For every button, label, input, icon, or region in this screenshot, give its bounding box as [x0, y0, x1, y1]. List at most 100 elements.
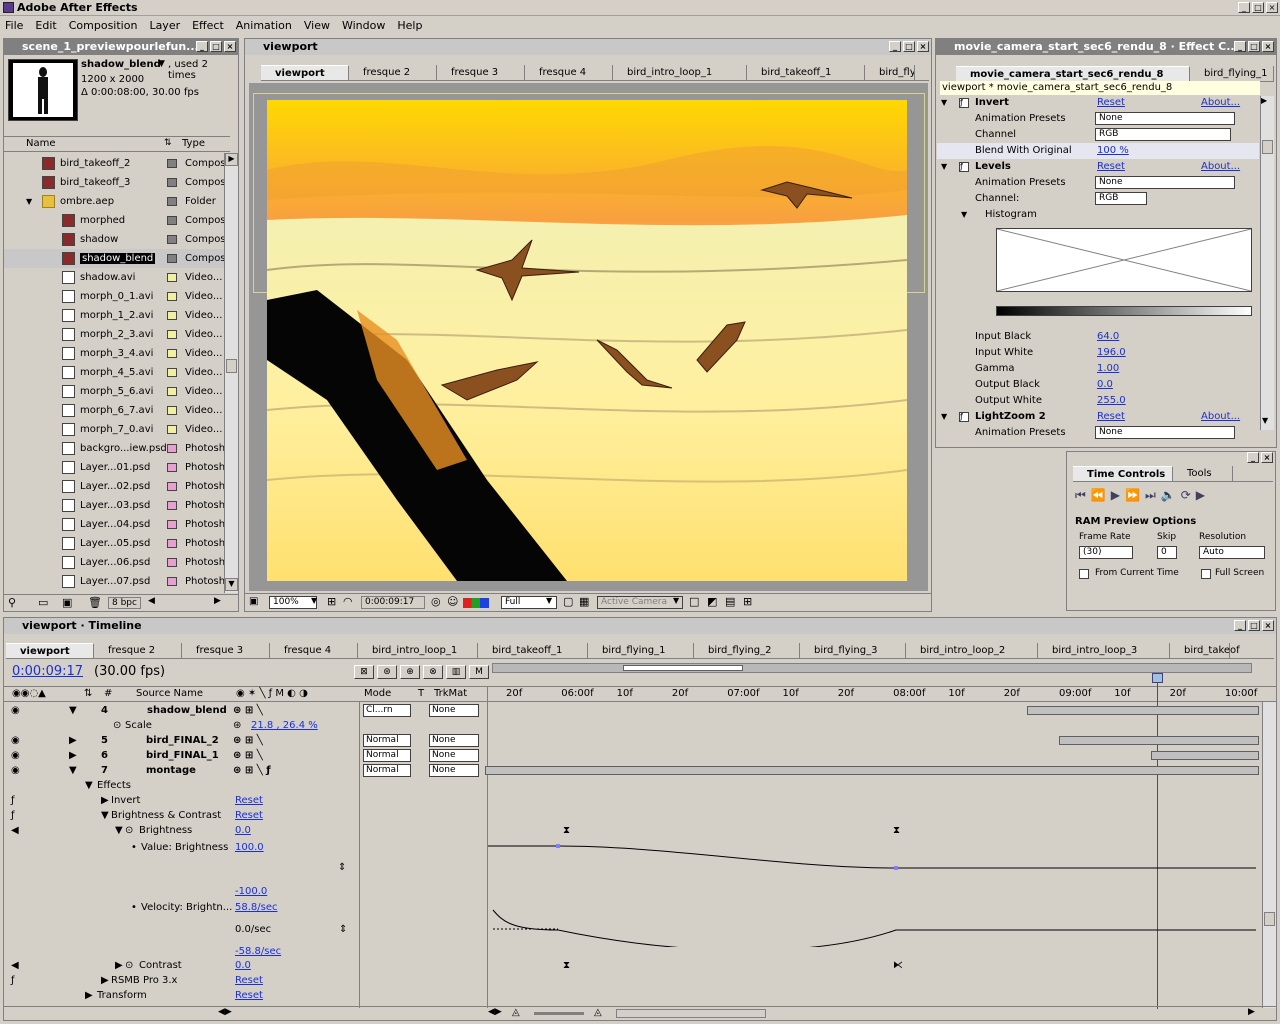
- col-source-name[interactable]: Source Name: [136, 688, 203, 699]
- col-name[interactable]: Name: [26, 138, 56, 149]
- param-value[interactable]: 196.0: [1097, 345, 1126, 361]
- close-button[interactable]: ×: [1261, 452, 1273, 463]
- hide-shy-icon[interactable]: ⊕: [400, 665, 420, 679]
- histogram-graph[interactable]: [996, 228, 1252, 292]
- disclosure-triangle-icon[interactable]: ▶: [101, 973, 109, 988]
- tab-bird-flying[interactable]: bird_flying: [865, 65, 915, 80]
- tab-time-controls[interactable]: Time Controls: [1073, 466, 1173, 481]
- viewport-canvas-area[interactable]: [249, 83, 928, 591]
- layer-row-4[interactable]: ◉ ▼ 4 shadow_blend ⊛ ⊞ ╲ Cl...rn None: [5, 703, 1259, 718]
- scroll-thumb[interactable]: [1262, 140, 1273, 154]
- menu-file[interactable]: File: [3, 17, 29, 34]
- keyframe-icon[interactable]: ⧔: [893, 958, 903, 973]
- maximize-button[interactable]: □: [210, 41, 222, 52]
- first-frame-icon[interactable]: ⏮: [1075, 488, 1086, 504]
- scroll-left-arrow-icon[interactable]: ◀▶: [488, 1007, 502, 1017]
- toggle-view-icon[interactable]: ▣: [249, 596, 258, 607]
- skip-field[interactable]: 0: [1157, 546, 1177, 559]
- region-of-interest-icon[interactable]: ▢: [563, 595, 573, 608]
- snapshot-icon[interactable]: ◎: [431, 595, 441, 608]
- menu-effect[interactable]: Effect: [186, 17, 230, 34]
- trkmat-select[interactable]: None: [429, 764, 479, 777]
- reset-link[interactable]: Reset: [235, 973, 263, 988]
- transparency-grid-icon[interactable]: ▦: [579, 595, 589, 608]
- project-list-item[interactable]: morph_0_1.avi Video... M: [4, 287, 230, 306]
- zoom-in-icon[interactable]: ◬: [594, 1007, 602, 1018]
- project-list-item[interactable]: Layer...07.psd Photosho: [4, 572, 230, 591]
- safe-zones-icon[interactable]: ⊞: [327, 595, 336, 608]
- param-value[interactable]: 1.00: [1097, 361, 1119, 377]
- tab-bird-flying-2[interactable]: bird_flying_2: [694, 643, 800, 658]
- project-list-item[interactable]: morph_6_7.avi Video... M: [4, 401, 230, 420]
- play-icon[interactable]: ▶: [1111, 488, 1120, 504]
- project-list-item[interactable]: Layer...06.psd Photosho: [4, 553, 230, 572]
- motion-blur-icon[interactable]: ▥: [446, 665, 466, 679]
- value-top[interactable]: 100.0: [235, 840, 264, 855]
- pixel-aspect-icon[interactable]: ◩: [707, 595, 717, 608]
- label-color-swatch[interactable]: [167, 520, 177, 529]
- label-color-swatch[interactable]: [167, 539, 177, 548]
- scale-value[interactable]: 21.8 , 26.4 %: [251, 718, 318, 733]
- animation-presets-select[interactable]: None: [1095, 426, 1235, 439]
- fx-toggle-icon[interactable]: ƒ: [11, 808, 15, 823]
- contrast-value[interactable]: 0.0: [235, 958, 251, 973]
- fx-toggle-icon[interactable]: ƒ: [959, 412, 969, 422]
- work-area-range[interactable]: [623, 665, 743, 671]
- fx-toggle-icon[interactable]: ƒ: [959, 162, 969, 172]
- full-screen-checkbox[interactable]: [1201, 569, 1211, 579]
- disclosure-triangle-icon[interactable]: ▼: [941, 95, 947, 111]
- reset-link[interactable]: Reset: [1097, 409, 1125, 425]
- label-color-swatch[interactable]: [167, 406, 177, 415]
- effects-scrollbar[interactable]: ▶ ▼: [1260, 96, 1274, 430]
- tab-fresque-3[interactable]: fresque 3: [437, 65, 525, 80]
- scroll-right-arrow-icon[interactable]: ▶: [214, 596, 221, 606]
- brightness-value[interactable]: 0.0: [235, 823, 251, 838]
- disclosure-triangle-icon[interactable]: ▶: [115, 958, 123, 973]
- reset-link[interactable]: Reset: [235, 793, 263, 808]
- trash-icon[interactable]: 🗑: [88, 596, 102, 609]
- disclosure-triangle-icon[interactable]: ▼: [961, 207, 967, 223]
- layer-row-7[interactable]: ◉ ▼ 7 montage ⊛ ⊞ ╲ ƒ Normal None: [5, 763, 1259, 778]
- frame-rate-select[interactable]: (30): [1079, 546, 1133, 559]
- disclosure-triangle-icon[interactable]: ▶: [101, 793, 109, 808]
- close-button[interactable]: ×: [1262, 620, 1274, 631]
- visibility-eye-icon[interactable]: ◉: [11, 763, 20, 778]
- new-folder-icon[interactable]: ▭: [38, 596, 48, 609]
- tab-bird-flying-3[interactable]: bird_flying_3: [800, 643, 906, 658]
- timecode-display[interactable]: 0:00:09:17: [12, 664, 83, 679]
- camera-dropdown-icon[interactable]: ▼: [673, 596, 679, 605]
- tab-fresque-4[interactable]: fresque 4: [270, 643, 358, 658]
- disclosure-triangle-icon[interactable]: ▼: [69, 703, 77, 718]
- project-list-item[interactable]: morph_3_4.avi Video... M: [4, 344, 230, 363]
- scroll-left-arrow-icon[interactable]: ◀▶: [218, 1007, 232, 1017]
- keyframe-nav-icon[interactable]: ◀: [11, 823, 19, 838]
- tab-bird-takeoff[interactable]: bird_takeof: [1170, 643, 1240, 658]
- menu-help[interactable]: Help: [391, 17, 428, 34]
- tab-fresque-4[interactable]: fresque 4: [525, 65, 613, 80]
- graph-scale-icon[interactable]: ⇕: [338, 862, 346, 873]
- menu-view[interactable]: View: [298, 17, 336, 34]
- velocity-top[interactable]: 58.8/sec: [235, 900, 278, 915]
- reset-link[interactable]: Reset: [235, 988, 263, 1003]
- stopwatch-icon[interactable]: ⊙: [125, 958, 133, 973]
- disclosure-triangle-icon[interactable]: ▼: [85, 778, 93, 793]
- label-color-swatch[interactable]: [167, 273, 177, 282]
- label-color-swatch[interactable]: [167, 216, 177, 225]
- previous-frame-icon[interactable]: ⏪: [1091, 488, 1106, 504]
- project-list-item[interactable]: morph_5_6.avi Video... M: [4, 382, 230, 401]
- scroll-down-arrow-icon[interactable]: ▼: [1262, 416, 1268, 425]
- scroll-right-arrow-icon[interactable]: ▶: [1261, 96, 1267, 105]
- project-list-item[interactable]: shadow.avi Video... M: [4, 268, 230, 287]
- velocity-bottom[interactable]: -58.8/sec: [235, 944, 281, 959]
- blend-mode-select[interactable]: Normal: [363, 749, 411, 762]
- animation-presets-select[interactable]: None: [1095, 176, 1235, 189]
- label-color-swatch[interactable]: [167, 368, 177, 377]
- project-list-item[interactable]: morphed Composit: [4, 211, 230, 230]
- project-list-item[interactable]: ▼ ombre.aep Folder: [4, 192, 230, 211]
- project-list-item[interactable]: shadow_blend Composit: [4, 249, 230, 268]
- contrast-row[interactable]: ◀ ▶ ⊙ Contrast 0.0 ⧗ ⧔: [5, 958, 1259, 973]
- scroll-left-arrow-icon[interactable]: ◀: [148, 596, 155, 606]
- trkmat-select[interactable]: None: [429, 704, 479, 717]
- keyframe-dot[interactable]: [556, 844, 560, 848]
- param-value[interactable]: 64.0: [1097, 329, 1119, 345]
